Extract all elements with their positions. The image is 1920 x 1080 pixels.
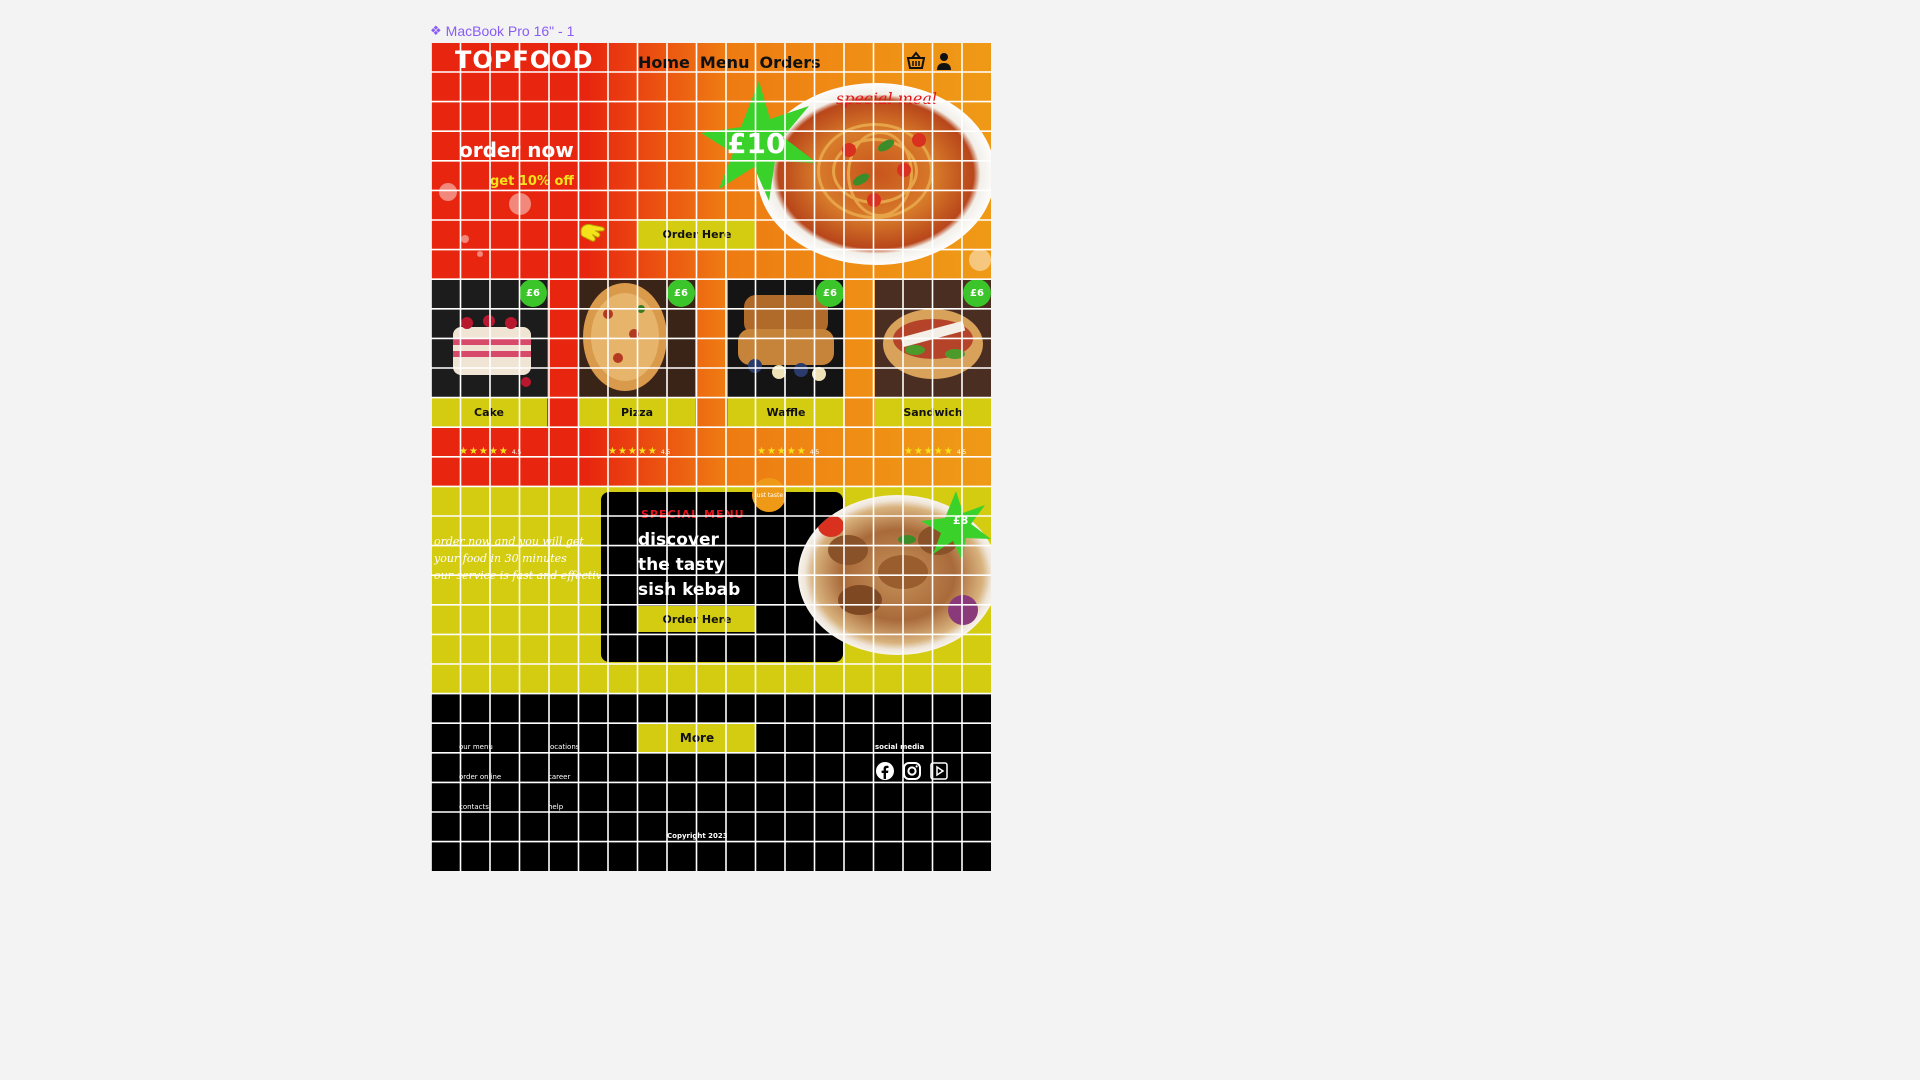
more-button[interactable]: More (638, 724, 756, 752)
component-icon: ❖ (430, 23, 442, 38)
social-icons (875, 761, 949, 781)
product-name[interactable]: Cake (431, 397, 547, 427)
facebook-icon[interactable] (875, 761, 895, 781)
product-name[interactable]: Waffle (728, 397, 844, 427)
instagram-icon[interactable] (902, 761, 922, 781)
logo[interactable]: TOPFOOD (455, 46, 593, 74)
decor-bubble (969, 249, 991, 271)
just-taste-badge: just taste (752, 478, 786, 512)
product-card[interactable]: £6 Waffle (728, 279, 844, 427)
pointing-hand-icon (579, 221, 609, 249)
special-order-button[interactable]: Order Here (638, 606, 756, 632)
nav-menu[interactable]: Menu (700, 53, 750, 72)
rating-count: 4.5 (956, 449, 967, 456)
rating-stars: ★★★★★ (459, 446, 509, 457)
special-title-line: discover (638, 530, 719, 550)
page-frame: TOPFOOD Home Menu Orders order now get 1… (431, 43, 991, 871)
product-name[interactable]: Sandwich (875, 397, 991, 427)
special-menu-heading: SPECIAL MENU (641, 508, 745, 521)
footer-link[interactable]: contacts (459, 803, 489, 811)
rating-stars: ★★★★★ (904, 446, 954, 457)
special-title-line: the tasty (638, 555, 725, 575)
decor-bubble (461, 235, 469, 243)
product-name[interactable]: Pizza (579, 397, 695, 427)
main-nav: Home Menu Orders (638, 53, 821, 72)
hero-headline: order now (459, 138, 574, 162)
decor-bubble (439, 183, 457, 201)
rating-count: 4.5 (511, 449, 522, 456)
decor-bubble (509, 193, 531, 215)
hero-discount: get 10% off (490, 174, 574, 189)
hero-price: £10 (727, 127, 786, 160)
rating-count: 4.5 (809, 449, 820, 456)
frame-label[interactable]: ❖ MacBook Pro 16" - 1 (430, 23, 574, 39)
header-icons (906, 51, 954, 71)
special-menu-title: discover the tasty sish kebab (638, 528, 798, 603)
user-icon[interactable] (934, 51, 954, 71)
kebab-price: £8 (953, 514, 969, 527)
product-rating: ★★★★★ 4.5 (459, 446, 521, 457)
footer-link[interactable]: help (548, 803, 563, 811)
rating-count: 4.5 (660, 449, 671, 456)
footer-link[interactable]: our menu (459, 743, 493, 751)
product-card[interactable]: £6 Sandwich (875, 279, 991, 427)
rating-stars: ★★★★★ (608, 446, 658, 457)
frame-label-text: MacBook Pro 16" - 1 (445, 23, 575, 39)
footer-link[interactable]: locations (548, 743, 579, 751)
product-rating: ★★★★★ 4.5 (608, 446, 670, 457)
price-badge: £6 (816, 279, 844, 307)
social-media-title: social media (875, 743, 925, 751)
price-badge: £6 (667, 279, 695, 307)
copyright: Copyright 2023 (667, 832, 728, 840)
basket-icon[interactable] (906, 51, 926, 71)
decor-bubble (477, 251, 483, 257)
footer (431, 694, 991, 871)
footer-link[interactable]: order online (459, 773, 501, 781)
youtube-icon[interactable] (929, 761, 949, 781)
nav-home[interactable]: Home (638, 53, 690, 72)
order-here-button[interactable]: Order Here (638, 219, 756, 249)
special-title-line: sish kebab (638, 580, 741, 600)
hero-section: TOPFOOD Home Menu Orders order now get 1… (431, 43, 991, 487)
price-badge: £6 (519, 279, 547, 307)
product-card[interactable]: £6 Cake (431, 279, 547, 427)
product-card[interactable]: £6 Pizza (579, 279, 695, 427)
product-rating: ★★★★★ 4.5 (757, 446, 819, 457)
nav-orders[interactable]: Orders (759, 53, 820, 72)
price-badge: £6 (963, 279, 991, 307)
product-rating: ★★★★★ 4.5 (904, 446, 966, 457)
footer-link[interactable]: career (548, 773, 570, 781)
special-meal-label: special meal (836, 89, 938, 108)
rating-stars: ★★★★★ (757, 446, 807, 457)
